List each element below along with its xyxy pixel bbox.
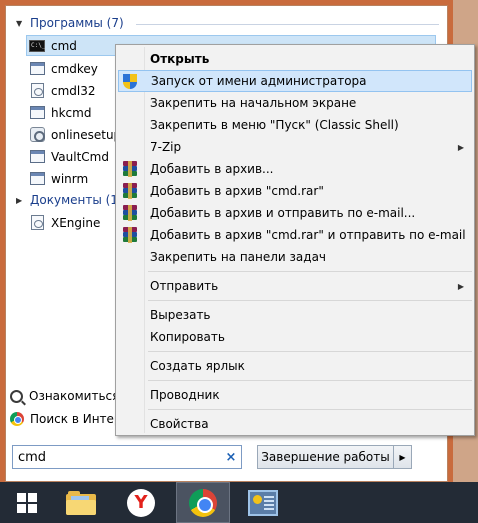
program-label: winrm: [51, 171, 89, 186]
menu-item-label: Закрепить на начальном экране: [150, 96, 357, 110]
search-input[interactable]: cmd ×: [12, 445, 242, 469]
menu-item-explorer[interactable]: Проводник: [118, 384, 472, 406]
program-label: hkcmd: [51, 105, 92, 120]
menu-item-send-to[interactable]: Отправить ▶: [118, 275, 472, 297]
program-label: cmdkey: [51, 61, 98, 76]
see-more-results-link[interactable]: Ознакомиться: [10, 387, 119, 405]
gear-icon: [29, 127, 45, 143]
chrome-icon: [10, 412, 24, 426]
menu-item-cut[interactable]: Вырезать: [118, 304, 472, 326]
menu-item-copy[interactable]: Копировать: [118, 326, 472, 348]
search-internet-link[interactable]: Поиск в Интер: [10, 410, 122, 428]
menu-item-label: Закрепить на панели задач: [150, 250, 327, 264]
window-icon: [29, 171, 45, 187]
document-settings-icon: [29, 215, 45, 231]
program-item-cmdl32[interactable]: cmdl32: [27, 80, 96, 101]
start-button[interactable]: [0, 482, 54, 523]
menu-item-cmd-rar-and-email[interactable]: Добавить в архив "cmd.rar" и отправить п…: [118, 224, 472, 246]
program-label: VaultCmd: [51, 149, 109, 164]
group-label: Документы (1): [30, 193, 123, 207]
menu-item-label: Добавить в архив и отправить по e-mail..…: [150, 206, 416, 220]
program-item-vaultcmd[interactable]: VaultCmd: [27, 146, 109, 167]
menu-item-label: Запуск от имени администратора: [151, 74, 367, 88]
winrar-icon: [122, 227, 138, 243]
program-item-onlinesetup[interactable]: onlinesetup: [27, 124, 121, 145]
window-icon: [29, 149, 45, 165]
shutdown-label: Завершение работы: [261, 450, 390, 464]
shutdown-options-arrow-icon[interactable]: ▶: [393, 446, 411, 468]
menu-item-label: Закрепить в меню "Пуск" (Classic Shell): [150, 118, 399, 132]
winrar-icon: [122, 161, 138, 177]
folder-icon: [66, 490, 96, 515]
menu-item-add-to-cmd-rar[interactable]: Добавить в архив "cmd.rar": [118, 180, 472, 202]
phone-settings-icon: [29, 83, 45, 99]
menu-item-label: Добавить в архив "cmd.rar" и отправить п…: [150, 228, 466, 242]
menu-separator: [148, 351, 472, 352]
program-label: onlinesetup: [51, 127, 122, 142]
menu-item-archive-and-email[interactable]: Добавить в архив и отправить по e-mail..…: [118, 202, 472, 224]
menu-item-label: Свойства: [150, 417, 209, 431]
submenu-arrow-icon: ▶: [457, 142, 464, 152]
link-label: Поиск в Интер: [30, 412, 122, 426]
menu-item-open[interactable]: Открыть: [118, 48, 472, 70]
menu-item-label: 7-Zip: [150, 140, 182, 154]
menu-item-label: Копировать: [150, 330, 225, 344]
group-divider: [136, 24, 439, 25]
menu-item-label: Создать ярлык: [150, 359, 245, 373]
group-header-programs[interactable]: ▼ Программы (7): [16, 14, 124, 32]
chrome-icon: [189, 488, 217, 517]
control-panel-button[interactable]: [236, 482, 290, 523]
menu-item-pin-classic-shell[interactable]: Закрепить в меню "Пуск" (Classic Shell): [118, 114, 472, 136]
menu-item-label: Добавить в архив "cmd.rar": [150, 184, 324, 198]
menu-item-properties[interactable]: Свойства: [118, 413, 472, 435]
program-label: cmdl32: [51, 83, 96, 98]
menu-item-7zip[interactable]: 7-Zip ▶: [118, 136, 472, 158]
menu-separator: [148, 409, 472, 410]
shutdown-button[interactable]: Завершение работы ▶: [257, 445, 412, 469]
search-icon: [10, 389, 23, 403]
menu-item-label: Добавить в архив...: [150, 162, 274, 176]
yandex-browser-button[interactable]: Y: [114, 482, 168, 523]
menu-item-label: Вырезать: [150, 308, 211, 322]
menu-item-label: Открыть: [150, 52, 210, 66]
windows-logo-icon: [17, 492, 37, 513]
menu-separator: [148, 271, 472, 272]
document-item-xengine[interactable]: XEngine: [27, 212, 100, 233]
program-item-cmdkey[interactable]: cmdkey: [27, 58, 98, 79]
collapse-triangle-icon: ▶: [16, 195, 23, 205]
menu-separator: [148, 380, 472, 381]
control-panel-icon: [248, 489, 278, 516]
menu-item-pin-start[interactable]: Закрепить на начальном экране: [118, 92, 472, 114]
menu-separator: [148, 300, 472, 301]
submenu-arrow-icon: ▶: [457, 281, 464, 291]
menu-item-run-as-admin[interactable]: Запуск от имени администратора: [118, 70, 472, 92]
menu-item-label: Проводник: [150, 388, 220, 402]
group-header-documents[interactable]: ▶ Документы (1): [16, 191, 123, 209]
link-label: Ознакомиться: [29, 389, 120, 403]
uac-shield-icon: [123, 74, 139, 90]
clear-search-icon[interactable]: ×: [221, 450, 241, 465]
context-menu: Открыть Запуск от имени администратора З…: [115, 44, 475, 436]
menu-item-add-to-archive[interactable]: Добавить в архив...: [118, 158, 472, 180]
taskbar: Y: [0, 482, 478, 523]
program-item-winrm[interactable]: winrm: [27, 168, 88, 189]
cmd-icon: C:\_: [29, 38, 45, 54]
menu-item-label: Отправить: [150, 279, 219, 293]
program-item-hkcmd[interactable]: hkcmd: [27, 102, 91, 123]
winrar-icon: [122, 183, 138, 199]
program-label: cmd: [51, 38, 77, 53]
chrome-button[interactable]: [176, 482, 230, 523]
window-icon: [29, 61, 45, 77]
window-icon: [29, 105, 45, 121]
file-explorer-button[interactable]: [54, 482, 108, 523]
search-value: cmd: [18, 449, 47, 465]
yandex-icon: Y: [127, 488, 155, 517]
winrar-icon: [122, 205, 138, 221]
expand-triangle-icon: ▼: [16, 18, 23, 28]
menu-item-create-shortcut[interactable]: Создать ярлык: [118, 355, 472, 377]
document-label: XEngine: [51, 215, 101, 230]
menu-item-pin-taskbar[interactable]: Закрепить на панели задач: [118, 246, 472, 268]
group-label: Программы (7): [30, 16, 124, 30]
